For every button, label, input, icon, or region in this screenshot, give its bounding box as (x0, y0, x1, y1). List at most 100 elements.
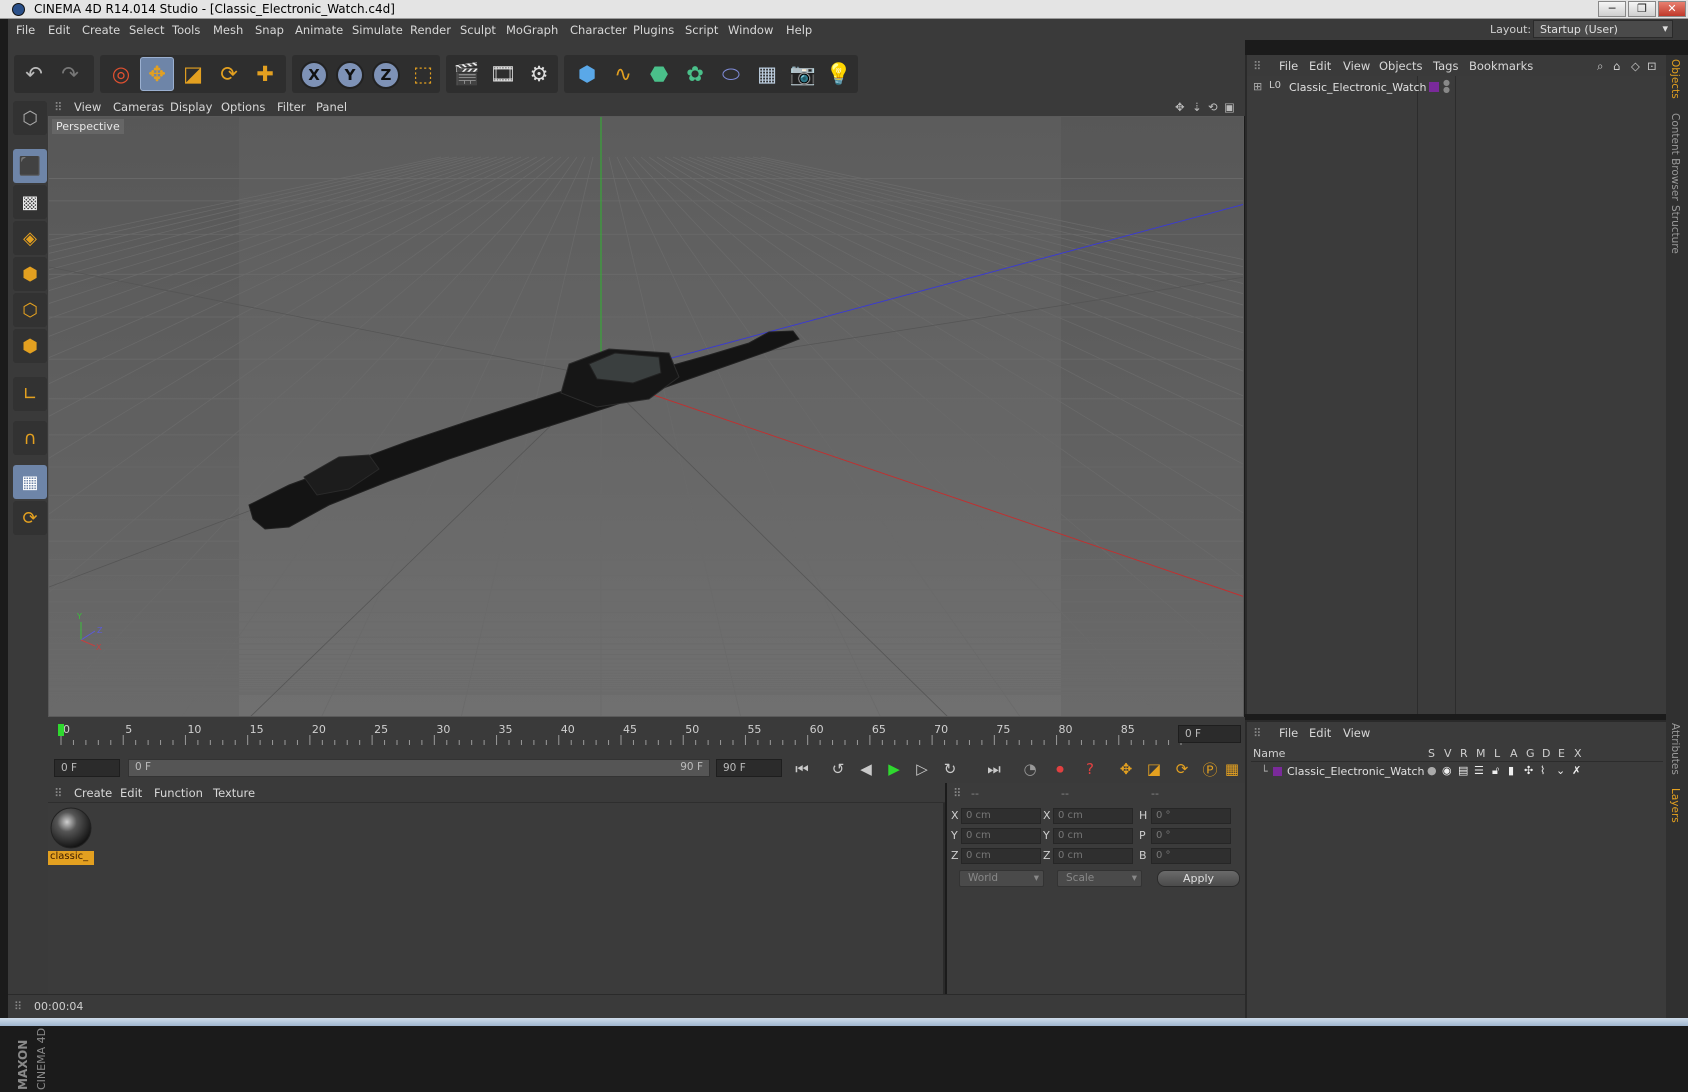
viewport-move-icon[interactable]: ✥ (1175, 100, 1185, 114)
menu-create[interactable]: Create (82, 23, 120, 37)
play-icon[interactable]: ▶ (882, 758, 906, 780)
menu-simulate[interactable]: Simulate (352, 23, 403, 37)
render-view-icon[interactable]: 🎬 (450, 57, 484, 91)
size-mode-dropdown[interactable]: Scale ▾ (1057, 870, 1142, 887)
menu-plugins[interactable]: Plugins (633, 23, 674, 37)
material-menu-edit[interactable]: Edit (120, 786, 142, 800)
object-row[interactable]: ⊞ L0 Classic_Electronic_Watch ● ● (1251, 79, 1661, 97)
apply-button[interactable]: Apply (1157, 870, 1240, 887)
layer-col-manager[interactable]: M (1476, 747, 1486, 760)
size-z-field[interactable]: 0 cm (1053, 848, 1133, 864)
expression-icon[interactable]: ⌄ (1556, 764, 1565, 777)
move-tool-icon[interactable]: ✥ (140, 57, 174, 91)
autokey-icon[interactable]: ⏺ (1048, 758, 1072, 780)
viewport-menu-view[interactable]: View (74, 100, 101, 114)
layer-col-animation[interactable]: A (1510, 747, 1518, 760)
layer-menu-edit[interactable]: Edit (1309, 726, 1331, 740)
menu-animate[interactable]: Animate (295, 23, 343, 37)
pos-x-field[interactable]: 0 cm (961, 808, 1041, 824)
expand-icon[interactable]: ⊞ (1253, 80, 1262, 93)
viewport-menu-filter[interactable]: Filter (277, 100, 305, 114)
polygons-mode-icon[interactable]: ⬢ (13, 329, 47, 363)
up-icon[interactable]: ◇ (1631, 59, 1640, 73)
playhead[interactable] (58, 724, 64, 736)
texture-mode-icon[interactable]: ▩ (13, 185, 47, 219)
layer-col-generators[interactable]: G (1526, 747, 1535, 760)
layer-col-expressions[interactable]: E (1558, 747, 1565, 760)
tab-structure[interactable]: Structure (1669, 205, 1681, 254)
deformer-icon[interactable]: ⌇ (1540, 764, 1545, 777)
menu-file[interactable]: File (16, 23, 35, 37)
locked-workplane-icon[interactable]: ⟳ (13, 501, 47, 535)
record-keys-icon[interactable]: ◔ (1018, 758, 1042, 780)
menu-window[interactable]: Window (728, 23, 773, 37)
layer-row[interactable]: └ Classic_Electronic_Watch ● ◉ ▤ ☰ 🔓︎ ▮ … (1251, 764, 1663, 780)
viewport-menu-options[interactable]: Options (221, 100, 265, 114)
lock-icon[interactable]: 🔓︎ (1492, 764, 1499, 778)
add-object-icon[interactable]: ✚ (248, 57, 282, 91)
workplane-mode-icon[interactable]: ◈ (13, 221, 47, 255)
axis-mode-icon[interactable]: ∟ (13, 377, 47, 411)
key-parameter-icon[interactable]: Ⓟ (1198, 758, 1222, 780)
menu-mograph[interactable]: MoGraph (506, 23, 558, 37)
edges-mode-icon[interactable]: ⬡ (13, 293, 47, 327)
coord-system-dropdown[interactable]: World ▾ (959, 870, 1044, 887)
home-icon[interactable]: ⌂ (1613, 59, 1620, 73)
rot-h-field[interactable]: 0 ° (1151, 808, 1231, 824)
redo-icon[interactable]: ↷ (53, 57, 87, 91)
key-pla-icon[interactable]: ▦ (1220, 758, 1244, 780)
menu-tools[interactable]: Tools (172, 23, 200, 37)
snap-magnet-icon[interactable]: ∩ (13, 421, 47, 455)
start-frame-field[interactable]: 0 F (54, 759, 120, 777)
close-button[interactable]: ✕ (1658, 1, 1686, 17)
coordinate-system-icon[interactable]: ⬚ (406, 57, 440, 91)
nurbs-icon[interactable]: ⬣ (642, 57, 676, 91)
material-menu-function[interactable]: Function (154, 786, 203, 800)
live-selection-icon[interactable]: ◎ (104, 57, 138, 91)
pos-y-field[interactable]: 0 cm (961, 828, 1041, 844)
animation-film-icon[interactable]: ▮ (1508, 764, 1514, 777)
menu-help[interactable]: Help (786, 23, 812, 37)
viewport-rotate-icon[interactable]: ⟲ (1208, 100, 1218, 114)
render-picture-viewer-icon[interactable]: 🎞 (486, 57, 520, 91)
camera-icon[interactable]: 📷 (786, 57, 820, 91)
object-menu-edit[interactable]: Edit (1309, 59, 1331, 73)
perspective-viewport[interactable]: Y Z X Perspective (48, 116, 1244, 717)
end-frame-field[interactable]: 90 F (716, 759, 782, 777)
menu-script[interactable]: Script (685, 23, 718, 37)
layer-col-deformers[interactable]: D (1542, 747, 1550, 760)
menu-render[interactable]: Render (410, 23, 451, 37)
render-settings-icon[interactable]: ⚙ (522, 57, 556, 91)
layer-col-xref[interactable]: X (1574, 747, 1582, 760)
object-menu-file[interactable]: File (1279, 59, 1298, 73)
menu-select[interactable]: Select (129, 23, 164, 37)
object-menu-bookmarks[interactable]: Bookmarks (1469, 59, 1533, 73)
rot-p-field[interactable]: 0 ° (1151, 828, 1231, 844)
visibility-dots-icon[interactable]: ● ● (1443, 79, 1450, 94)
rot-b-field[interactable]: 0 ° (1151, 848, 1231, 864)
next-frame-icon[interactable]: ▷ (910, 758, 934, 780)
manager-tree-icon[interactable]: ☰ (1474, 764, 1484, 777)
generator-icon[interactable]: ✣ (1524, 764, 1533, 777)
preview-range-slider[interactable]: 0 F 90 F (128, 759, 710, 777)
key-scale-icon[interactable]: ◪ (1142, 758, 1166, 780)
menu-character[interactable]: Character (570, 23, 627, 37)
deformer-icon[interactable]: ⬭ (714, 57, 748, 91)
light-icon[interactable]: 💡 (822, 57, 856, 91)
layer-col-solo[interactable]: S (1428, 747, 1435, 760)
render-clapper-icon[interactable]: ▤ (1458, 764, 1468, 777)
menu-snap[interactable]: Snap (255, 23, 284, 37)
workplane-lock-icon[interactable]: ▦ (13, 465, 47, 499)
goto-start-icon[interactable]: ⏮ (790, 758, 814, 780)
make-editable-icon[interactable]: ⬡ (13, 101, 47, 135)
tab-layers[interactable]: Layers (1669, 788, 1681, 823)
layer-col-locked[interactable]: L (1494, 747, 1500, 760)
z-axis-lock-button[interactable]: Z (372, 61, 400, 89)
size-x-field[interactable]: 0 cm (1053, 808, 1133, 824)
viewport-menu-cameras[interactable]: Cameras (113, 100, 164, 114)
mograph-cloner-icon[interactable]: ✿ (678, 57, 712, 91)
layer-col-render[interactable]: R (1460, 747, 1468, 760)
solo-dot-icon[interactable]: ● (1427, 764, 1437, 777)
layer-color-swatch[interactable] (1273, 767, 1282, 776)
maximize-button[interactable]: ❐ (1628, 1, 1656, 17)
